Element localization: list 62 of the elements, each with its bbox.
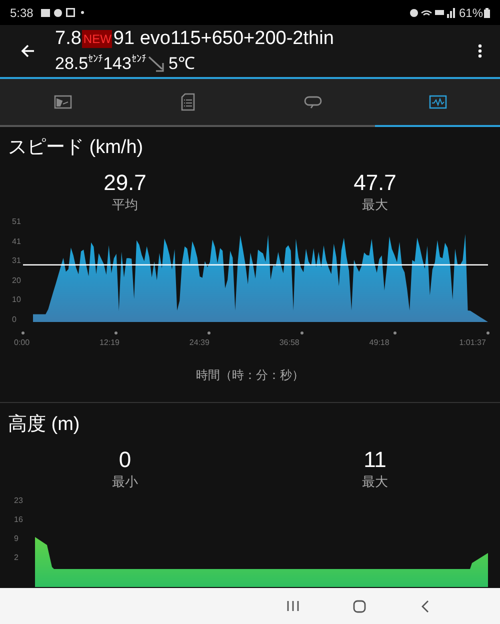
- axis-tick-label: 49:18: [369, 338, 390, 348]
- stat-label: 最小: [112, 473, 138, 491]
- axis-tick-label: 2: [14, 554, 20, 562]
- axis-tick-label: 10: [12, 296, 21, 304]
- stat-value: 47.7: [354, 170, 396, 196]
- axis-tick-dot: [486, 332, 490, 334]
- axis-tick-label: 0: [12, 316, 18, 324]
- stat-value: 29.7: [104, 170, 146, 196]
- home-icon: [352, 600, 366, 612]
- axis-tick-label: 41: [12, 238, 21, 246]
- axis-tick-label: 51: [12, 218, 21, 226]
- axis-tick-dot: [114, 332, 118, 334]
- network-icon: [434, 10, 444, 15]
- axis-tick-label: 23: [14, 497, 23, 505]
- axis-tick-label: 24:39: [189, 338, 210, 348]
- height-value: 143: [103, 53, 132, 75]
- document-icon: [180, 93, 194, 111]
- stat-label: 最大: [362, 473, 388, 491]
- axis-tick-dot: [300, 332, 304, 334]
- graph-icon: [428, 95, 446, 109]
- image-notification-icon: [41, 8, 50, 16]
- stat-value: 11: [364, 447, 386, 473]
- stat-label: 平均: [112, 196, 138, 214]
- length-unit: ｾﾝﾁ: [88, 55, 104, 65]
- status-time: 5:38: [10, 4, 34, 22]
- axis-tick-dot: [22, 332, 24, 334]
- axis-tick-label: 16: [14, 516, 23, 524]
- title-text: 91 evo115+650+200-2thin: [113, 27, 334, 51]
- dot-icon: [81, 11, 84, 14]
- recent-apps-icon: [287, 600, 299, 612]
- section-title: スピード (km/h): [7, 136, 144, 160]
- new-badge: NEW: [82, 30, 112, 48]
- axis-tick-label: 36:58: [279, 338, 300, 348]
- axis-tick-label: 20: [12, 276, 21, 285]
- section-title: 高度 (m): [7, 413, 81, 437]
- axis-tick-label: 31: [12, 257, 21, 266]
- height-unit: ｾﾝﾁ: [131, 55, 146, 65]
- square-notification-icon: [66, 8, 76, 17]
- image-icon: [54, 95, 72, 109]
- loop-icon: [304, 95, 322, 109]
- circle-notification-icon: [54, 8, 62, 16]
- diagonal-arrow-icon: [148, 56, 166, 72]
- back-arrow-icon: [20, 44, 34, 58]
- axis-tick-label: 1:01:37: [459, 338, 486, 348]
- alarm-icon: [410, 8, 418, 16]
- battery-level: 61%: [458, 4, 483, 22]
- axis-title: 時間（時：分：秒）: [196, 367, 304, 384]
- wifi-icon: [420, 10, 432, 16]
- axis-tick-dot: [394, 332, 396, 334]
- stat-value: 0: [118, 447, 132, 473]
- title-text: 7.8: [55, 27, 82, 51]
- battery-icon: [484, 8, 490, 18]
- axis-tick-label: 9: [14, 535, 20, 543]
- length-value: 28.5: [55, 53, 88, 75]
- temperature-value: 5℃: [168, 53, 195, 75]
- stat-label: 最大: [362, 196, 388, 214]
- back-icon: [421, 600, 429, 612]
- axis-tick-label: 12:19: [99, 338, 120, 348]
- axis-tick-dot: [208, 332, 210, 334]
- more-options-icon: [478, 44, 482, 58]
- signal-icon: [446, 8, 455, 18]
- axis-tick-label: 0:00: [14, 338, 30, 348]
